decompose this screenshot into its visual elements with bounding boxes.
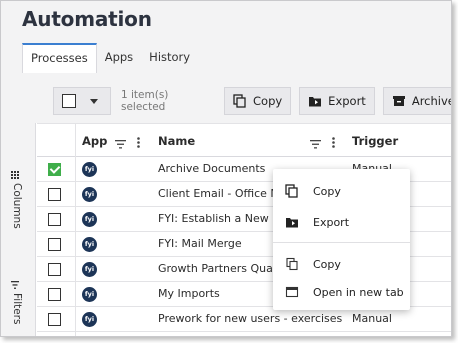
columns-label: Columns	[11, 183, 23, 229]
export-button[interactable]: Export	[299, 87, 375, 115]
fyi-icon: fyi	[82, 262, 97, 277]
fyi-icon: fyi	[82, 212, 97, 227]
archive-icon	[392, 94, 406, 108]
context-open-new-tab-item[interactable]: Open in new tab	[273, 277, 410, 307]
toolbar: 1 item(s) selected Copy Export Archive	[53, 87, 452, 115]
row-checkbox[interactable]	[48, 288, 61, 301]
fyi-icon: fyi	[82, 287, 97, 302]
filter-icon[interactable]	[310, 136, 321, 154]
filter-lines-icon	[11, 281, 21, 289]
process-name[interactable]: Prework for new users - exercises	[158, 307, 353, 331]
table-row[interactable]: fyi Prework for new users - exercises Manu…	[37, 307, 451, 332]
archive-button[interactable]: Archive	[382, 87, 452, 115]
fyi-icon: fyi	[82, 312, 97, 327]
context-menu-divider	[273, 242, 410, 243]
row-checkbox[interactable]	[48, 188, 61, 201]
column-menu-icon[interactable]	[332, 135, 335, 153]
page-title: Automation	[22, 7, 152, 31]
column-menu-icon[interactable]	[137, 135, 140, 153]
tab-bar: Processes Apps History	[22, 43, 198, 73]
select-all-checkbox[interactable]	[62, 94, 76, 108]
copy-small-icon	[285, 257, 299, 271]
row-checkbox-checked[interactable]	[48, 163, 61, 176]
row-checkbox[interactable]	[48, 313, 61, 326]
process-trigger: Manual	[352, 312, 392, 325]
context-menu: Copy Export Copy Open in new tab	[273, 169, 410, 310]
fyi-icon: fyi	[82, 187, 97, 202]
tab-processes[interactable]: Processes	[22, 43, 97, 73]
side-panel: Columns Filters	[1, 123, 36, 336]
column-header-app[interactable]: App	[82, 124, 107, 158]
column-divider	[75, 123, 76, 336]
row-checkbox[interactable]	[48, 238, 61, 251]
copy-icon	[285, 184, 299, 198]
tab-history[interactable]: History	[141, 43, 198, 73]
export-button-label: Export	[328, 94, 366, 108]
chevron-down-icon[interactable]	[90, 98, 98, 104]
column-header-trigger[interactable]: Trigger	[352, 124, 398, 158]
selection-count: 1 item(s) selected	[121, 89, 169, 113]
fyi-icon: fyi	[82, 162, 97, 177]
copy-button-label: Copy	[253, 94, 283, 108]
copy-icon	[233, 94, 247, 108]
grid-icon	[11, 171, 21, 179]
columns-toggle[interactable]: Columns	[11, 171, 23, 229]
export-icon	[285, 215, 299, 229]
context-copy-label: Copy	[313, 184, 341, 198]
fyi-icon: fyi	[82, 237, 97, 252]
archive-button-label: Archive	[411, 94, 452, 108]
context-copy-link-item[interactable]: Copy	[273, 249, 410, 279]
row-checkbox[interactable]	[48, 263, 61, 276]
context-export-label: Export	[313, 215, 350, 229]
filters-label: Filters	[11, 293, 23, 325]
context-copy-link-label: Copy	[313, 257, 341, 271]
open-new-tab-icon	[285, 285, 299, 299]
select-all-dropdown[interactable]	[53, 87, 111, 115]
export-icon	[308, 94, 322, 108]
filter-icon[interactable]	[115, 136, 126, 154]
table-header: App Name Trigger	[37, 123, 451, 158]
column-header-name[interactable]: Name	[158, 124, 195, 158]
context-open-new-tab-label: Open in new tab	[313, 285, 404, 299]
copy-button[interactable]: Copy	[224, 87, 292, 115]
filters-toggle[interactable]: Filters	[11, 281, 23, 324]
context-copy-item[interactable]: Copy	[273, 176, 410, 206]
tab-apps[interactable]: Apps	[97, 43, 141, 73]
context-export-item[interactable]: Export	[273, 207, 410, 237]
row-checkbox[interactable]	[48, 213, 61, 226]
